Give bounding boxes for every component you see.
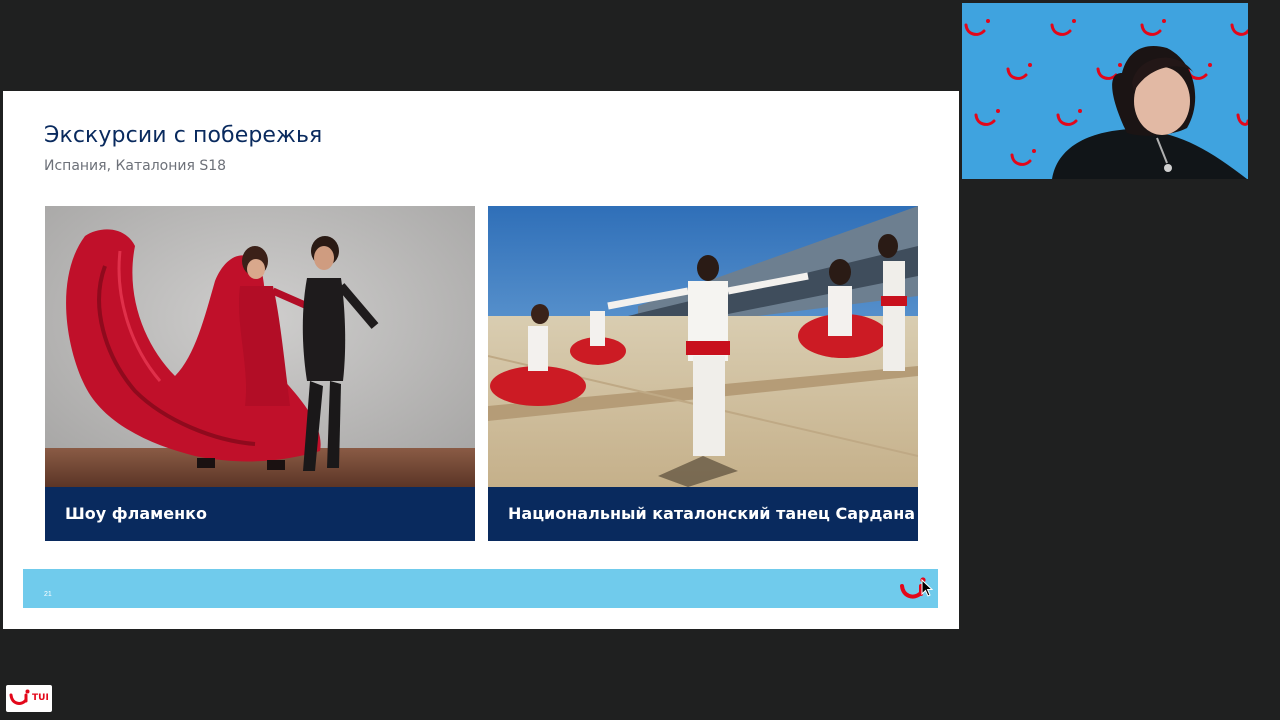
tui-smile-icon — [9, 689, 30, 705]
presentation-slide: Экскурсии с побережья Испания, Каталония… — [3, 91, 959, 629]
tui-corner-logo: TUI — [6, 685, 52, 712]
slide-title: Экскурсии с побережья — [44, 123, 323, 148]
slide-subtitle: Испания, Каталония S18 — [44, 158, 227, 174]
slide-footer-bar: 21 — [23, 569, 938, 608]
excursion-card-flamenco: Шоу фламенко — [45, 206, 475, 541]
excursion-card-caption: Национальный каталонский танец Сардана — [488, 487, 918, 541]
sardana-dance-photo — [488, 206, 918, 487]
excursion-card-caption: Шоу фламенко — [45, 487, 475, 541]
page-number: 21 — [44, 591, 52, 598]
flamenco-dancers-photo — [45, 206, 475, 487]
corner-logo-text: TUI — [32, 693, 49, 703]
excursion-card-sardana: Национальный каталонский танец Сардана — [488, 206, 918, 541]
presenter-webcam-video — [962, 3, 1248, 179]
mouse-cursor-icon — [921, 579, 933, 597]
